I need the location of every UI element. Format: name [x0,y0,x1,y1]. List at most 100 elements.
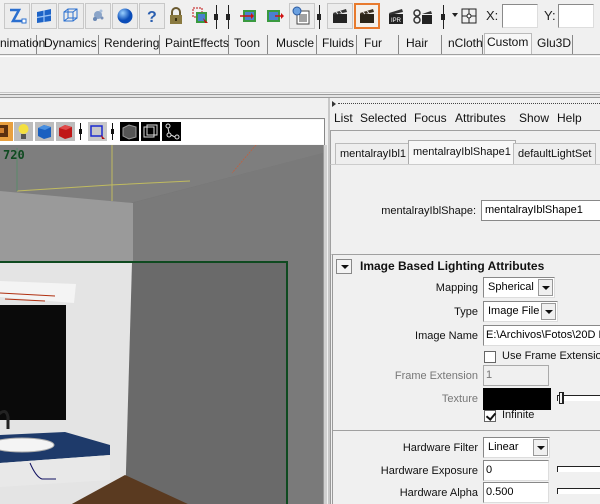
attribute-editor: List Selected Focus Attributes Show Help… [328,98,600,504]
render-view-button[interactable] [327,3,353,29]
shelf-tab-animation[interactable]: nimation [0,35,45,54]
hardware-filter-dropdown[interactable]: Linear [483,437,550,458]
shelf-tab-toon[interactable]: Toon [232,35,268,54]
mirror [0,305,66,420]
infinite-checkbox[interactable] [484,410,496,422]
viewport-toolbar-separator [111,123,114,140]
shelf-tab-glu3d[interactable]: Glu3D [535,35,573,54]
toolbar-separator[interactable] [214,5,218,29]
select-by-hierarchy-button[interactable] [188,3,214,29]
hardware-exposure-field[interactable]: 0 [483,460,549,481]
menu-show[interactable]: Show [519,111,549,125]
shelf-tab-painteffects[interactable]: PaintEffects [163,35,229,54]
ipr-render-button[interactable]: IPR [383,3,409,29]
help-button[interactable]: ? [139,3,165,29]
svg-text:?: ? [147,9,157,26]
toolbar-separator[interactable] [226,5,230,29]
use-frame-extension-checkbox[interactable] [484,351,496,363]
shelf-tab-fur[interactable]: Fur [362,35,399,54]
input-connection-icon [240,10,256,22]
ibl-attributes-section: Image Based Lighting Attributes Mapping … [330,254,600,504]
sphere-icon [117,8,133,24]
script-editor-icon [292,6,310,25]
menu-help[interactable]: Help [557,111,582,125]
type-dropdown[interactable]: Image File [483,301,558,322]
image-name-field[interactable]: E:\Archivos\Fotos\20D L [483,325,600,346]
3d-viewport[interactable]: 720 [0,145,323,504]
hardware-exposure-slider[interactable] [557,466,600,472]
mapping-dropdown[interactable]: Spherical [483,277,555,298]
node-name-field[interactable]: mentalrayIblShape1 [481,200,600,221]
frame-extension-field[interactable]: 1 [483,365,549,386]
sphere-button[interactable] [112,3,138,29]
infinite-label: Infinite [502,409,535,421]
node-tab-mentalrayiblshape1[interactable]: mentalrayIblShape1 [408,140,516,165]
expand-arrow-icon[interactable] [332,101,336,107]
toolbar-separator[interactable] [317,5,321,29]
toolbar-separator[interactable] [441,5,445,29]
xray-icon [120,122,139,141]
node-header: mentalrayIblShape: mentalrayIblShape1 [330,164,600,254]
shelf-tab-ncloth[interactable]: nCloth [446,35,483,54]
nurbs-plane-button[interactable] [31,3,57,29]
red-cube-icon [56,122,75,141]
frame-counter: 720 [3,148,25,162]
shelf-tab-dynamics[interactable]: Dynamics [42,35,99,54]
y-coordinate-label: Y: [544,8,556,23]
texture-color-swatch[interactable] [483,388,551,410]
lock-icon [170,7,182,24]
tear-off-line [338,103,600,104]
lights-icon [14,122,33,141]
node-tab-mentalrayibl1[interactable]: mentalrayIbl1 [335,143,412,165]
isolate-select-icon [88,122,107,141]
snap-to-point-icon [452,8,477,24]
menu-list[interactable]: List [334,111,353,125]
shelf-tab-rendering[interactable]: Rendering [102,35,160,54]
xray-button[interactable] [120,122,139,141]
particle-button[interactable] [85,3,111,29]
render-current-frame-button[interactable] [354,3,380,29]
lattice-button[interactable] [58,3,84,29]
x-coordinate-input[interactable] [502,4,538,28]
render-settings-button[interactable] [410,3,436,29]
viewport-toolbar-separator [79,123,82,140]
render-view-icon [333,9,347,23]
snap-to-point-button[interactable] [452,8,482,26]
curve-tool-button[interactable] [4,3,30,29]
shelf-tab-fluids[interactable]: Fluids [320,35,357,54]
wireframe-cube-icon [141,122,160,141]
script-editor-button[interactable] [289,3,315,29]
shelf-tab-custom[interactable]: Custom [484,33,532,54]
shaded-button[interactable] [35,122,54,141]
output-connection-button[interactable] [262,3,288,29]
mapping-value: Spherical [488,281,534,293]
panel-grip[interactable] [330,100,600,108]
node-tab-defaultlightset[interactable]: defaultLightSet [513,143,597,165]
collapse-arrow-icon[interactable] [336,259,352,274]
output-connection-icon [267,10,284,22]
shelf-tab-muscle[interactable]: Muscle [274,35,317,54]
hardware-alpha-field[interactable]: 0.500 [483,482,549,503]
lights-button[interactable] [14,122,33,141]
y-coordinate-input[interactable] [558,4,594,28]
viewport-frame: 720 [0,118,327,504]
hardware-alpha-slider[interactable] [557,488,600,494]
textured-button[interactable] [0,122,13,141]
menu-focus[interactable]: Focus [414,111,447,125]
viewport-scrollbar[interactable] [323,145,327,504]
menu-attributes[interactable]: Attributes [455,111,506,125]
texture-slider-handle[interactable] [559,392,564,404]
sink-basin [0,437,55,453]
smooth-shaded-button[interactable] [56,122,75,141]
texture-label: Texture [441,393,478,405]
lock-button[interactable] [163,3,189,29]
isolate-select-button[interactable] [88,122,107,141]
menu-selected[interactable]: Selected [360,111,407,125]
x-coordinate-label: X: [486,8,499,23]
input-connection-button[interactable] [236,3,262,29]
shelf-tabs: nimation Dynamics Rendering PaintEffects… [0,33,600,55]
section-header[interactable]: Image Based Lighting Attributes [333,258,600,276]
joints-button[interactable] [162,122,181,141]
shelf-tab-hair[interactable]: Hair [404,35,442,54]
wireframe-button[interactable] [141,122,160,141]
